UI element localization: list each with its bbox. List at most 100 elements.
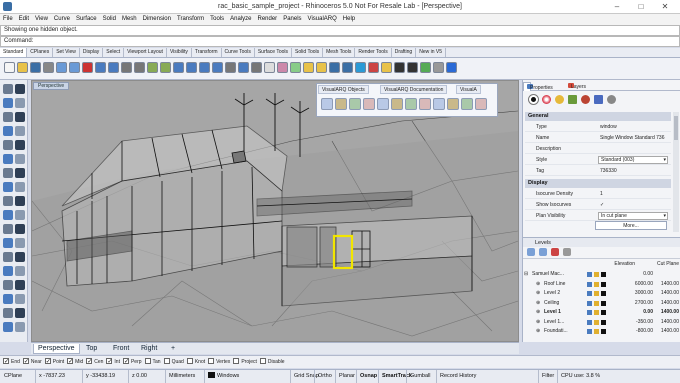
expand-icon[interactable]: ⊟: [524, 270, 528, 279]
visualarq-object-5-icon[interactable]: [377, 98, 389, 110]
object-properties-icon[interactable]: [529, 95, 538, 104]
menu-analyze[interactable]: Analyze: [227, 14, 254, 25]
osnap-checkbox[interactable]: [122, 356, 129, 368]
property-value[interactable]: window: [600, 122, 617, 132]
dimension-tool-icon[interactable]: [15, 266, 25, 276]
osnap-knot[interactable]: Knot: [186, 356, 205, 368]
visualarq-object-3-icon[interactable]: [349, 98, 361, 110]
level-row[interactable]: ⊕ Foundati... -800.00 1400.00: [523, 327, 680, 336]
properties-icon[interactable]: [342, 62, 353, 73]
osnap-button[interactable]: Osnap: [356, 370, 377, 383]
light-icon[interactable]: [555, 95, 564, 104]
info-icon[interactable]: [594, 95, 603, 104]
lock-icon[interactable]: [594, 291, 599, 296]
surface-icon[interactable]: [3, 154, 13, 164]
level-row[interactable]: ⊕ Roof Line 6000.00 1400.00: [523, 280, 680, 289]
visualarq-object-2-icon[interactable]: [335, 98, 347, 110]
lock-icon[interactable]: [594, 310, 599, 315]
property-value[interactable]: 736330: [600, 166, 617, 176]
toolbar-tab-surface-tools[interactable]: Surface Tools: [255, 48, 293, 57]
visible-icon[interactable]: [587, 272, 592, 277]
menu-surface[interactable]: Surface: [73, 14, 100, 25]
style-dropdown[interactable]: Standard (003): [598, 156, 668, 164]
zoom-selected-icon[interactable]: [212, 62, 223, 73]
delete-level-icon[interactable]: [551, 248, 559, 256]
color-icon[interactable]: [601, 272, 606, 277]
lock-icon[interactable]: [594, 329, 599, 334]
command-line[interactable]: Command:: [0, 36, 680, 47]
pan-icon[interactable]: [147, 62, 158, 73]
toolbar-tab-set-view[interactable]: Set View: [53, 48, 80, 57]
menu-panels[interactable]: Panels: [280, 14, 304, 25]
color-icon[interactable]: [601, 319, 606, 325]
layer-icon[interactable]: [329, 62, 340, 73]
visualarq-object-11-icon[interactable]: [461, 98, 473, 110]
show-isocurves-checkbox[interactable]: ✓: [600, 200, 604, 210]
visualarq-object-6-icon[interactable]: [391, 98, 403, 110]
osnap-checkbox[interactable]: [186, 358, 193, 364]
new-file-icon[interactable]: [4, 62, 15, 73]
extrude-icon[interactable]: [3, 182, 13, 192]
layout-icon[interactable]: [15, 308, 25, 318]
sphere-icon[interactable]: [3, 168, 13, 178]
expand-icon[interactable]: ⊕: [536, 299, 540, 308]
group-icon[interactable]: [3, 322, 13, 332]
zoom-icon[interactable]: [173, 62, 184, 73]
perspective-viewport[interactable]: Perspective VisualARQ Objects VisualARQ D…: [31, 80, 519, 342]
rotate-icon[interactable]: [15, 238, 25, 248]
toolbar-tab-drafting[interactable]: Drafting: [392, 48, 417, 57]
more-button[interactable]: More...: [595, 221, 667, 230]
toolbar-tab-select[interactable]: Select: [103, 48, 125, 57]
toolbar-tab-new-in-v5[interactable]: New in V5: [416, 48, 447, 57]
menu-transform[interactable]: Transform: [174, 14, 207, 25]
save-icon[interactable]: [30, 62, 41, 73]
redo-icon[interactable]: [134, 62, 145, 73]
osnap-checkbox[interactable]: [44, 356, 51, 368]
visible-icon[interactable]: [587, 319, 592, 325]
render-tool-icon[interactable]: [15, 294, 25, 304]
curve-icon[interactable]: [15, 98, 25, 108]
record-history-button[interactable]: Record History: [436, 370, 476, 383]
show-icon[interactable]: [290, 62, 301, 73]
split-icon[interactable]: [3, 210, 13, 220]
text-icon[interactable]: [407, 62, 418, 73]
lock-icon[interactable]: [594, 272, 599, 277]
copy-transform-icon[interactable]: [3, 238, 13, 248]
color-icon[interactable]: [601, 310, 606, 315]
ellipse-icon[interactable]: [3, 126, 13, 136]
zoom-extents-icon[interactable]: [199, 62, 210, 73]
undo-icon[interactable]: [121, 62, 132, 73]
dimension-icon[interactable]: [394, 62, 405, 73]
import-icon[interactable]: [56, 62, 67, 73]
close-button[interactable]: ✕: [653, 1, 677, 12]
level-row[interactable]: ⊟ Samuel Mac... 0.00: [523, 270, 680, 279]
expand-icon[interactable]: ⊕: [536, 308, 540, 317]
visualarq-object-9-icon[interactable]: [433, 98, 445, 110]
color-icon[interactable]: [601, 281, 606, 287]
viewport-label[interactable]: Perspective: [33, 82, 70, 90]
toolbar-tab-cplanes[interactable]: CPlanes: [27, 48, 54, 57]
osnap-checkbox[interactable]: [163, 358, 170, 364]
toolbar-tab-mesh-tools[interactable]: Mesh Tools: [323, 48, 356, 57]
render-icon[interactable]: [355, 62, 366, 73]
material-icon[interactable]: [542, 95, 551, 104]
visualarq-icon[interactable]: [581, 95, 590, 104]
menu-visualarq[interactable]: VisualARQ: [305, 14, 340, 25]
color-icon[interactable]: [601, 300, 606, 306]
toolbar-tab-solid-tools[interactable]: Solid Tools: [292, 48, 324, 57]
circle-icon[interactable]: [15, 112, 25, 122]
material-icon[interactable]: [368, 62, 379, 73]
polyline-icon[interactable]: [3, 98, 13, 108]
menu-mesh[interactable]: Mesh: [119, 14, 140, 25]
color-icon[interactable]: [601, 329, 606, 334]
osnap-quad[interactable]: Quad: [163, 356, 184, 368]
visualarq-object-1-icon[interactable]: [321, 98, 333, 110]
osnap-mid[interactable]: Mid: [67, 356, 83, 368]
osnap-point[interactable]: Point: [44, 356, 64, 368]
osnap-checkbox[interactable]: [233, 358, 240, 364]
freeform-icon[interactable]: [15, 140, 25, 150]
expand-icon[interactable]: ⊕: [536, 289, 540, 298]
fillet-icon[interactable]: [3, 196, 13, 206]
hide-icon[interactable]: [277, 62, 288, 73]
plan-visibility-dropdown[interactable]: In cut plane: [598, 212, 668, 220]
